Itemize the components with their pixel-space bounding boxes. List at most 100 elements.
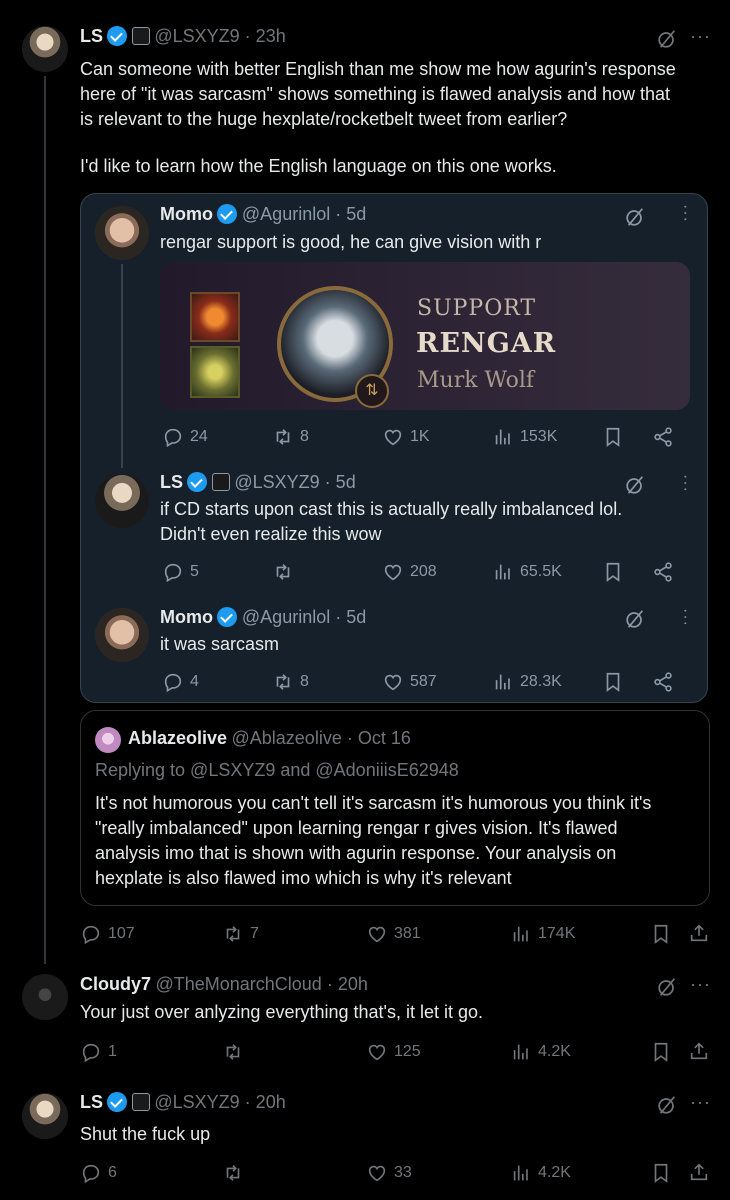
avatar[interactable] [95,474,149,528]
verified-badge-icon [187,472,208,492]
author-name[interactable]: Ablazeolive [128,728,227,748]
author-name[interactable]: LS [160,472,183,492]
author-handle[interactable]: @Agurinlol · 5d [242,204,366,224]
tweet-text-line: if CD starts upon cast this is actually … [160,499,623,519]
tweet-header: LS @LSXYZ9 · 5d [160,472,356,493]
retweet-button[interactable]: 8 [272,671,309,693]
like-button[interactable]: 125 [366,1041,421,1063]
like-count: 208 [410,563,437,580]
grok-icon[interactable] [656,28,678,50]
retweet-button[interactable] [222,1041,244,1063]
views-count: 174K [538,925,576,942]
bookmark-icon[interactable] [650,1041,672,1063]
share-icon[interactable] [688,1040,710,1062]
tweet-header: Momo @Agurinlol · 5d [160,204,366,225]
views-button[interactable]: 153K [492,426,557,448]
views-button[interactable]: 4.2K [510,1162,571,1184]
avatar[interactable] [95,608,149,662]
verified-badge-icon [217,204,238,224]
media-image[interactable]: ⇅ SUPPORT RENGAR Murk Wolf [160,262,690,410]
views-button[interactable]: 4.2K [510,1041,571,1063]
views-button[interactable]: 28.3K [492,671,562,693]
reply-count: 6 [108,1164,117,1181]
more-options-icon[interactable]: ··· [676,204,694,223]
like-button[interactable]: 1K [382,426,430,448]
replying-to[interactable]: Replying to @LSXYZ9 and @AdoniiisE62948 [95,760,459,781]
more-options-icon[interactable]: ··· [690,974,711,995]
bookmark-icon[interactable] [602,426,624,448]
retweet-count: 8 [300,673,309,690]
verified-badge-icon [107,26,128,46]
tweet-text-line: "really imbalanced" upon learning rengar… [95,818,618,838]
avatar[interactable] [22,1093,68,1139]
tweet-text-line: hexplate is also flawed imo which is why… [95,868,512,888]
share-icon[interactable] [688,1161,710,1183]
author-name[interactable]: LS [80,1092,103,1112]
share-icon[interactable] [652,426,674,448]
avatar[interactable] [95,206,149,260]
avatar[interactable] [22,974,68,1020]
author-handle[interactable]: @Ablazeolive · Oct 16 [232,728,411,748]
ability-icon [190,292,240,342]
grok-icon[interactable] [624,474,646,496]
reply-button[interactable]: 6 [80,1162,117,1184]
share-icon[interactable] [688,922,710,944]
swap-icon: ⇅ [355,374,389,408]
author-handle[interactable]: @LSXYZ9 · 23h [154,26,285,46]
grok-icon[interactable] [624,608,646,630]
reply-button[interactable]: 5 [162,561,199,583]
tweet-text-line: analysis imo that is shown with agurin r… [95,843,617,863]
share-icon[interactable] [652,561,674,583]
tweet-text: it was sarcasm [160,634,280,654]
author-name[interactable]: Momo [160,607,213,627]
affiliate-badge-icon [131,27,150,45]
tweet-text-line: Can someone with better English than me … [80,59,676,79]
reply-count: 107 [108,925,135,942]
grok-icon[interactable] [656,1094,678,1116]
reply-button[interactable]: 24 [162,426,208,448]
retweet-button[interactable] [222,1162,244,1184]
tweet-text-line: here of "it was sarcasm" shows something… [80,84,671,104]
views-count: 4.2K [538,1164,571,1181]
avatar[interactable] [95,727,121,753]
retweet-button[interactable]: 8 [272,426,309,448]
more-options-icon[interactable]: ··· [676,474,694,493]
author-name[interactable]: LS [80,26,103,46]
grok-icon[interactable] [624,206,646,228]
tweet-text: Can someone with better English than me … [80,57,720,132]
reply-button[interactable]: 107 [80,923,135,945]
retweet-button[interactable]: 7 [222,923,259,945]
like-button[interactable]: 381 [366,923,421,945]
media-label-2: RENGAR [416,328,557,359]
views-button[interactable]: 65.5K [492,561,562,583]
like-button[interactable]: 33 [366,1162,412,1184]
more-options-icon[interactable]: ··· [690,26,711,47]
tweet-text: rengar support is good, he can give visi… [160,232,542,252]
author-name[interactable]: Cloudy7 [80,974,151,994]
like-button[interactable]: 208 [382,561,437,583]
more-options-icon[interactable]: ··· [690,1092,711,1113]
tweet-text-paragraph-2: I'd like to learn how the English langua… [80,156,557,176]
author-handle[interactable]: @Agurinlol · 5d [242,607,366,627]
ability-icon [190,346,240,398]
bookmark-icon[interactable] [650,923,672,945]
more-options-icon[interactable]: ··· [676,608,694,627]
author-handle[interactable]: @LSXYZ9 · 5d [234,472,355,492]
views-button[interactable]: 174K [510,923,575,945]
tweet-header: LS @LSXYZ9 · 20h [80,1092,286,1113]
author-handle[interactable]: @TheMonarchCloud · 20h [155,974,367,994]
bookmark-icon[interactable] [602,671,624,693]
like-button[interactable]: 587 [382,671,437,693]
reply-button[interactable]: 4 [162,671,199,693]
tweet-text-line: is relevant to the huge hexplate/rocketb… [80,109,568,129]
reply-button[interactable]: 1 [80,1041,117,1063]
affiliate-badge-icon [211,473,230,491]
avatar[interactable] [22,26,68,72]
author-handle[interactable]: @LSXYZ9 · 20h [154,1092,285,1112]
share-icon[interactable] [652,671,674,693]
bookmark-icon[interactable] [650,1162,672,1184]
grok-icon[interactable] [656,976,678,998]
retweet-button[interactable] [272,561,294,583]
bookmark-icon[interactable] [602,561,624,583]
author-name[interactable]: Momo [160,204,213,224]
